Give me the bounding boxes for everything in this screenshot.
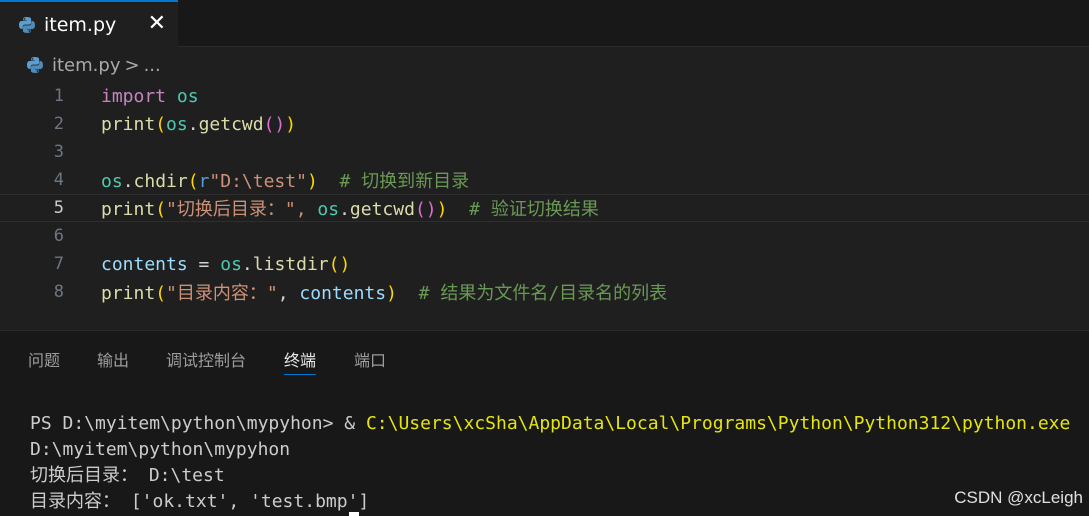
line-number: 5 xyxy=(53,198,64,218)
python-icon xyxy=(18,16,36,34)
code-line: 8 print("目录内容：", contents) # 结果为文件名/目录名的… xyxy=(0,278,1089,306)
tab-label: item.py xyxy=(44,13,117,36)
code-line: 1 import os xyxy=(0,82,1089,110)
close-icon[interactable]: ✕ xyxy=(148,11,166,36)
tab-item-py[interactable]: item.py ✕ xyxy=(0,0,178,47)
tab-problems[interactable]: 问题 xyxy=(28,347,60,371)
code-text: print(os.getcwd()) xyxy=(101,113,297,135)
code-text: import os xyxy=(101,85,199,107)
code-line: 6 xyxy=(0,222,1089,250)
code-line-current: 5 print("切换后目录：", os.getcwd()) # 验证切换结果 xyxy=(0,194,1089,222)
code-text: print("目录内容：", contents) # 结果为文件名/目录名的列表 xyxy=(101,283,668,304)
terminal-output[interactable]: PS D:\myitem\python\mypyhon> & C:\Users\… xyxy=(30,411,1070,515)
code-line: 4 os.chdir(r"D:\test") # 切换到新目录 xyxy=(0,166,1089,194)
tab-terminal[interactable]: 终端 xyxy=(284,347,317,375)
terminal-prompt: PS D:\myitem\python\mypyhon> & xyxy=(30,413,366,434)
code-line: 7 contents = os.listdir() xyxy=(0,250,1089,278)
line-number: 6 xyxy=(53,226,64,246)
breadcrumb: item.py > ... xyxy=(26,52,161,78)
bottom-panel: 问题 输出 调试控制台 终端 端口 PS D:\myitem\python\my… xyxy=(0,330,1089,516)
terminal-line: 目录内容： ['ok.txt', 'test.bmp'] xyxy=(30,491,370,512)
code-line: 3 xyxy=(0,138,1089,166)
line-number: 3 xyxy=(53,142,64,162)
breadcrumb-file[interactable]: item.py xyxy=(52,55,120,76)
watermark: CSDN @xcLeigh xyxy=(954,488,1083,507)
terminal-cursor xyxy=(349,512,359,516)
panel-tabs: 问题 输出 调试控制台 终端 端口 xyxy=(0,331,1089,379)
chevron-right-icon: > xyxy=(124,54,140,76)
code-line: 2 print(os.getcwd()) xyxy=(0,110,1089,138)
terminal-line: D:\myitem\python\mypyhon xyxy=(30,439,291,460)
tab-ports[interactable]: 端口 xyxy=(354,347,386,371)
breadcrumb-more[interactable]: ... xyxy=(144,55,161,76)
tab-debug-console[interactable]: 调试控制台 xyxy=(166,347,246,371)
code-editor[interactable]: 1 import os 2 print(os.getcwd()) 3 4 os.… xyxy=(0,82,1089,322)
line-number: 7 xyxy=(53,254,64,274)
code-text: contents = os.listdir() xyxy=(101,253,351,275)
code-text: os.chdir(r"D:\test") # 切换到新目录 xyxy=(101,171,470,192)
line-number: 1 xyxy=(53,86,64,106)
terminal-line: 切换后目录： D:\test xyxy=(30,465,225,486)
line-number: 8 xyxy=(53,282,64,302)
line-number: 4 xyxy=(53,170,64,190)
editor-tab-bar: item.py ✕ xyxy=(0,0,1089,47)
tab-output[interactable]: 输出 xyxy=(97,347,129,371)
python-icon xyxy=(26,56,44,74)
code-text: print("切换后目录：", os.getcwd()) # 验证切换结果 xyxy=(101,199,599,220)
terminal-exe-path: C:\Users\xcSha\AppData\Local\Programs\Py… xyxy=(365,413,1071,434)
line-number: 2 xyxy=(53,114,64,134)
